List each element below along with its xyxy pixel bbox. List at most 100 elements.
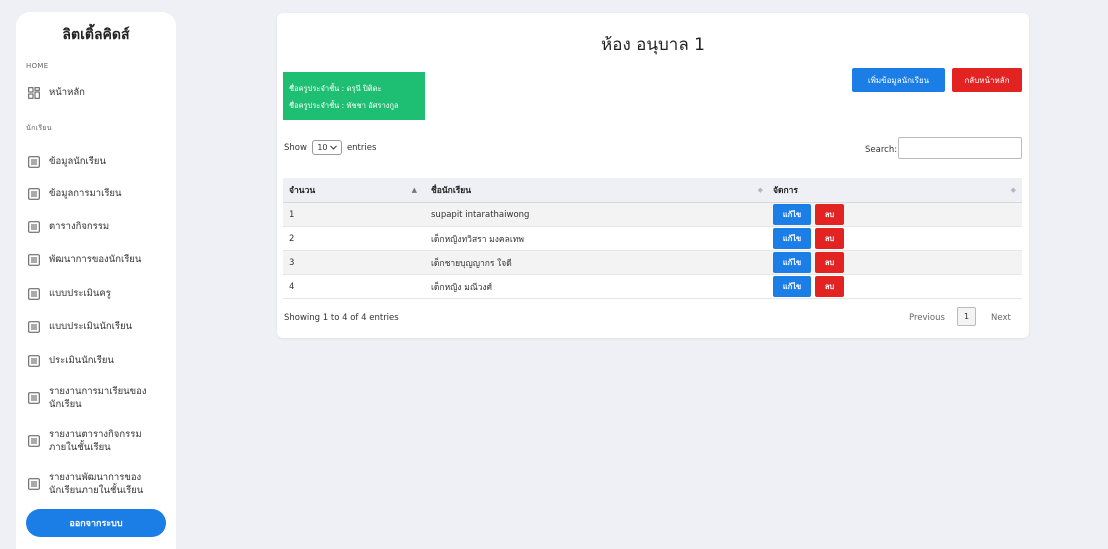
edit-button[interactable]: แก้ไข — [773, 276, 811, 297]
list-icon — [28, 253, 40, 266]
table-row: 3 เด็กชายบุญญากร ใจดี แก้ไข ลบ — [283, 251, 1022, 275]
edit-button[interactable]: แก้ไข — [773, 228, 811, 249]
cell-actions: แก้ไข ลบ — [769, 275, 1022, 298]
cell-actions: แก้ไข ลบ — [769, 251, 1022, 274]
cell-name: เด็กชายบุญญากร ใจดี — [423, 251, 769, 274]
sidebar-item-5[interactable]: แบบประเมินครู — [28, 287, 168, 300]
cell-actions: แก้ไข ลบ — [769, 227, 1022, 250]
entries-value: 10 — [317, 143, 328, 152]
sidebar-item-1[interactable]: ข้อมูลนักเรียน — [28, 155, 168, 168]
cell-name: supapit intarathaiwong — [423, 203, 769, 226]
sidebar-item-label: ข้อมูลนักเรียน — [49, 156, 106, 167]
column-header-manage[interactable]: จัดการ ◆ — [769, 178, 1022, 202]
list-icon — [28, 287, 40, 300]
page-title: ห้อง อนุบาล 1 — [601, 35, 705, 55]
entries-select[interactable]: 10 — [311, 140, 342, 155]
delete-button[interactable]: ลบ — [815, 204, 844, 225]
edit-button[interactable]: แก้ไข — [773, 252, 811, 273]
search-input[interactable] — [898, 137, 1022, 159]
students-table: จำนวน ▲ ชื่อนักเรียน ◆ จัดการ ◆ 1 supapit… — [283, 178, 1022, 299]
cell-actions: แก้ไข ลบ — [769, 203, 1022, 226]
table-row: 4 เด็กหญิง มณีวงศ์ แก้ไข ลบ — [283, 275, 1022, 299]
edit-button[interactable]: แก้ไข — [773, 204, 811, 225]
cell-number-text: 1 — [289, 209, 295, 220]
add-student-button[interactable]: เพิ่มข้อมูลนักเรียน — [852, 68, 945, 92]
cell-number: 3 — [283, 251, 423, 274]
sidebar-item-3[interactable]: ตารางกิจกรรม — [28, 220, 168, 233]
sort-asc-icon: ▲ — [411, 186, 417, 194]
cell-number-text: 4 — [289, 281, 295, 292]
cell-number: 1 — [283, 203, 423, 226]
list-icon — [28, 435, 40, 447]
sidebar-item-label: รายงานการมาเรียนของนักเรียน — [49, 386, 147, 410]
section-label-students: นักเรียน — [26, 124, 52, 132]
list-icon — [28, 392, 40, 404]
cell-number: 2 — [283, 227, 423, 250]
sidebar-item-label: หน้าหลัก — [49, 87, 85, 98]
cell-name-text: เด็กหญิง มณีวงศ์ — [431, 282, 493, 293]
table-body: 1 supapit intarathaiwong แก้ไข ลบ 2 เด็กหญิงท… — [283, 203, 1022, 299]
list-icon — [28, 354, 40, 367]
cell-name-text: เด็กชายบุญญากร ใจดี — [431, 258, 512, 269]
sidebar-item-7[interactable]: ประเมินนักเรียน — [28, 354, 168, 367]
column-header-number[interactable]: จำนวน ▲ — [283, 178, 423, 202]
section-label-home: HOME — [26, 62, 49, 70]
teacher-info-box: ชื่อครูประจำชั้น : ดรุนี ปิติดะ ชื่อครูป… — [283, 72, 425, 120]
column-header-label: ชื่อนักเรียน — [431, 186, 472, 196]
cell-number-text: 3 — [289, 257, 295, 268]
sidebar-item-label: ตารางกิจกรรม — [49, 221, 110, 232]
list-icon — [28, 478, 40, 490]
sort-icon: ◆ — [757, 186, 763, 194]
sidebar-item-2[interactable]: ข้อมูลการมาเรียน — [28, 187, 168, 200]
search-label: Search: — [865, 145, 898, 155]
list-icon — [28, 320, 40, 333]
delete-button[interactable]: ลบ — [815, 252, 844, 273]
pagination-next[interactable]: Next — [991, 313, 1011, 323]
table-info: Showing 1 to 4 of 4 entries — [284, 313, 399, 323]
cell-name: เด็กหญิงทวิสรา มงคลเทพ — [423, 227, 769, 250]
column-header-label: จำนวน — [289, 186, 316, 196]
entries-label: entries — [346, 142, 377, 153]
table-row: 2 เด็กหญิงทวิสรา มงคลเทพ แก้ไข ลบ — [283, 227, 1022, 251]
sidebar-item-home[interactable]: หน้าหลัก — [28, 86, 168, 99]
delete-button[interactable]: ลบ — [815, 276, 844, 297]
column-header-label: จัดการ — [773, 186, 798, 196]
cell-number-text: 2 — [289, 233, 295, 244]
list-icon — [28, 220, 40, 233]
entries-length-control: Show 10 entries — [284, 140, 376, 155]
list-icon — [28, 187, 40, 200]
sidebar-item-label: ข้อมูลการมาเรียน — [49, 188, 122, 199]
sidebar-item-label: รายงานพัฒนาการของนักเรียนภายในชั้นเรียน — [49, 472, 144, 496]
pagination-previous[interactable]: Previous — [909, 313, 945, 323]
sidebar-item-label: แบบประเมินนักเรียน — [49, 321, 133, 332]
sidebar: ลิตเติ้ลคิดส์ HOME หน้าหลัก นักเรียน ข้อ… — [16, 12, 176, 549]
table-row: 1 supapit intarathaiwong แก้ไข ลบ — [283, 203, 1022, 227]
sidebar-item-9[interactable]: รายงานตารางกิจกรรมภายในชั้นเรียน — [28, 428, 168, 454]
cell-name-text: เด็กหญิงทวิสรา มงคลเทพ — [431, 234, 524, 245]
sidebar-item-4[interactable]: พัฒนาการของนักเรียน — [28, 253, 168, 266]
teacher-line-2: ชื่อครูประจำชั้น : พัชชา อัศรางกูล — [289, 101, 399, 110]
sidebar-item-label: ประเมินนักเรียน — [49, 355, 114, 366]
cell-number: 4 — [283, 275, 423, 298]
list-icon — [28, 155, 40, 168]
cell-name-text: supapit intarathaiwong — [431, 209, 530, 220]
back-home-button[interactable]: กลับหน้าหลัก — [952, 68, 1022, 92]
table-header: จำนวน ▲ ชื่อนักเรียน ◆ จัดการ ◆ — [283, 178, 1022, 203]
logout-button[interactable]: ออกจากระบบ — [26, 509, 166, 537]
dashboard-icon — [28, 86, 40, 99]
pagination-page-1[interactable]: 1 — [957, 307, 976, 326]
sort-icon: ◆ — [1010, 186, 1016, 194]
show-label: Show — [284, 142, 307, 153]
chevron-down-icon — [329, 145, 337, 150]
sidebar-item-8[interactable]: รายงานการมาเรียนของนักเรียน — [28, 385, 168, 411]
sidebar-item-label: พัฒนาการของนักเรียน — [49, 254, 142, 265]
brand-logo-text: ลิตเติ้ลคิดส์ — [62, 27, 130, 43]
sidebar-item-label: รายงานตารางกิจกรรมภายในชั้นเรียน — [49, 429, 142, 453]
sidebar-item-10[interactable]: รายงานพัฒนาการของนักเรียนภายในชั้นเรียน — [28, 471, 168, 497]
delete-button[interactable]: ลบ — [815, 228, 844, 249]
cell-name: เด็กหญิง มณีวงศ์ — [423, 275, 769, 298]
main-card: ห้อง อนุบาล 1 ชื่อครูประจำชั้น : ดรุนี ป… — [277, 13, 1029, 338]
sidebar-item-6[interactable]: แบบประเมินนักเรียน — [28, 320, 168, 333]
column-header-name[interactable]: ชื่อนักเรียน ◆ — [423, 178, 769, 202]
teacher-line-1: ชื่อครูประจำชั้น : ดรุนี ปิติดะ — [289, 84, 382, 93]
